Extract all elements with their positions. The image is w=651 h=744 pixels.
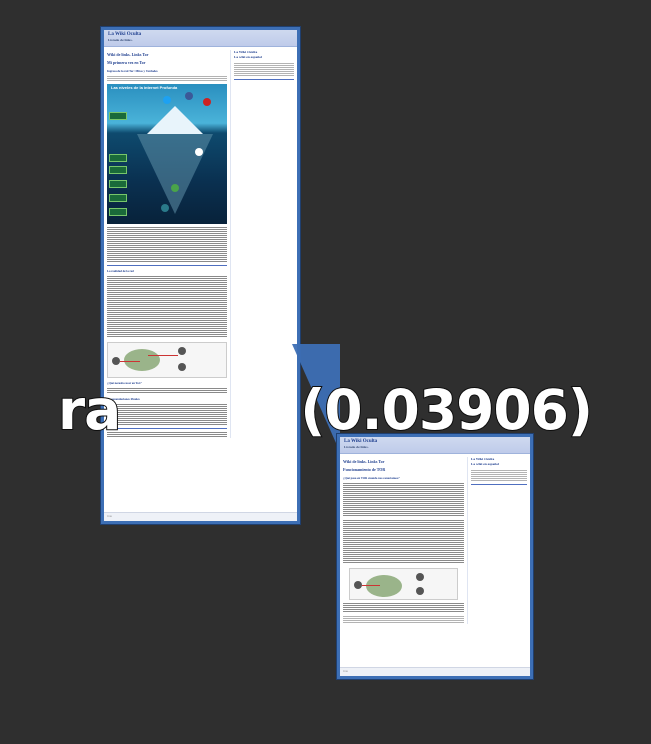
page-a-footer: TOR [104,512,297,521]
route-arrow [120,361,140,362]
overlay-label: ra (0.03906) [57,375,594,445]
page-a-paragraph [107,276,227,338]
level-marker [109,208,127,216]
page-b-sidebar-text [471,470,527,482]
page-a-sidebar-subtitle: La wiki en español [234,55,262,59]
page-a-header-subtitle: Listado de links. [108,38,133,42]
level-marker [109,166,127,174]
overlay-label-prefix: ra [57,377,122,443]
iceberg-underwater-shape [137,134,213,214]
page-b-sub-heading: Funcionamiento de TOR [343,467,386,472]
computer-icon [112,357,120,365]
page-b-footer: TOR [340,667,530,676]
page-a-section-heading: Ingresa de la red Tor: Mitos y Verdades [107,69,158,73]
page-a-paragraph [107,76,227,81]
page-b-paragraph [343,483,464,517]
page-b-section-heading: ¿Qué pasa en TOR cuando nos conectamos? [343,476,400,480]
page-b-sidebar-link[interactable] [471,484,527,485]
twitter-icon [163,96,171,104]
page-a-section-heading-2: La realidad de la red [107,269,134,273]
network-cloud [124,349,160,371]
logo-icon [171,184,179,192]
network-cloud [366,575,402,597]
tor-network-diagram [107,342,227,378]
server-icon [178,363,186,371]
page-a-main-heading: Wiki de links. Links Tor [107,52,149,57]
page-b-paragraph [343,520,464,564]
page-b-main-heading: Wiki de links. Links Tor [343,459,385,464]
page-b-main: Wiki de links. Links Tor Funcionamiento … [343,457,467,624]
page-b-header-subtitle: Listado de links. [344,445,369,449]
page-thumbnail-b[interactable]: La Wiki Oculta Listado de links. Wiki de… [337,434,533,679]
logo-icon [195,148,203,156]
page-b-sidebar-subtitle: La wiki en español [471,462,499,466]
page-a-sidebar-link[interactable] [234,79,294,80]
youtube-icon [203,98,211,106]
page-b-paragraph [343,616,464,624]
page-a-paragraph [107,227,227,263]
canvas: La Wiki Oculta Listado de links. Wiki de… [0,0,651,744]
server-icon [416,573,424,581]
route-arrow [362,585,380,586]
iceberg-image: Las niveles de la internet Profunda [107,84,227,224]
facebook-icon [185,92,193,100]
iceberg-top-shape [147,106,203,134]
overlay-label-suffix: (0.03906) [299,377,594,443]
route-arrow [148,355,178,356]
page-b-body: Wiki de links. Links Tor Funcionamiento … [340,454,530,627]
level-marker [109,180,127,188]
computer-icon [354,581,362,589]
server-icon [178,347,186,355]
logo-icon [161,204,169,212]
level-marker [109,154,127,162]
page-thumbnail-a[interactable]: La Wiki Oculta Listado de links. Wiki de… [101,27,300,524]
page-a-header: La Wiki Oculta Listado de links. [104,30,297,47]
level-marker [109,112,127,120]
iceberg-image-title: Las niveles de la internet Profunda [111,85,178,90]
level-marker [109,194,127,202]
page-b-sidebar: La Wiki Oculta La wiki en español [467,457,527,624]
page-a-sidebar-text [234,63,294,77]
server-icon [416,587,424,595]
page-a-sub-heading: Mi primera vez en Tor [107,60,146,65]
page-a-link[interactable] [107,265,227,266]
page-b-paragraph [343,603,464,613]
tor-network-diagram [349,568,458,600]
